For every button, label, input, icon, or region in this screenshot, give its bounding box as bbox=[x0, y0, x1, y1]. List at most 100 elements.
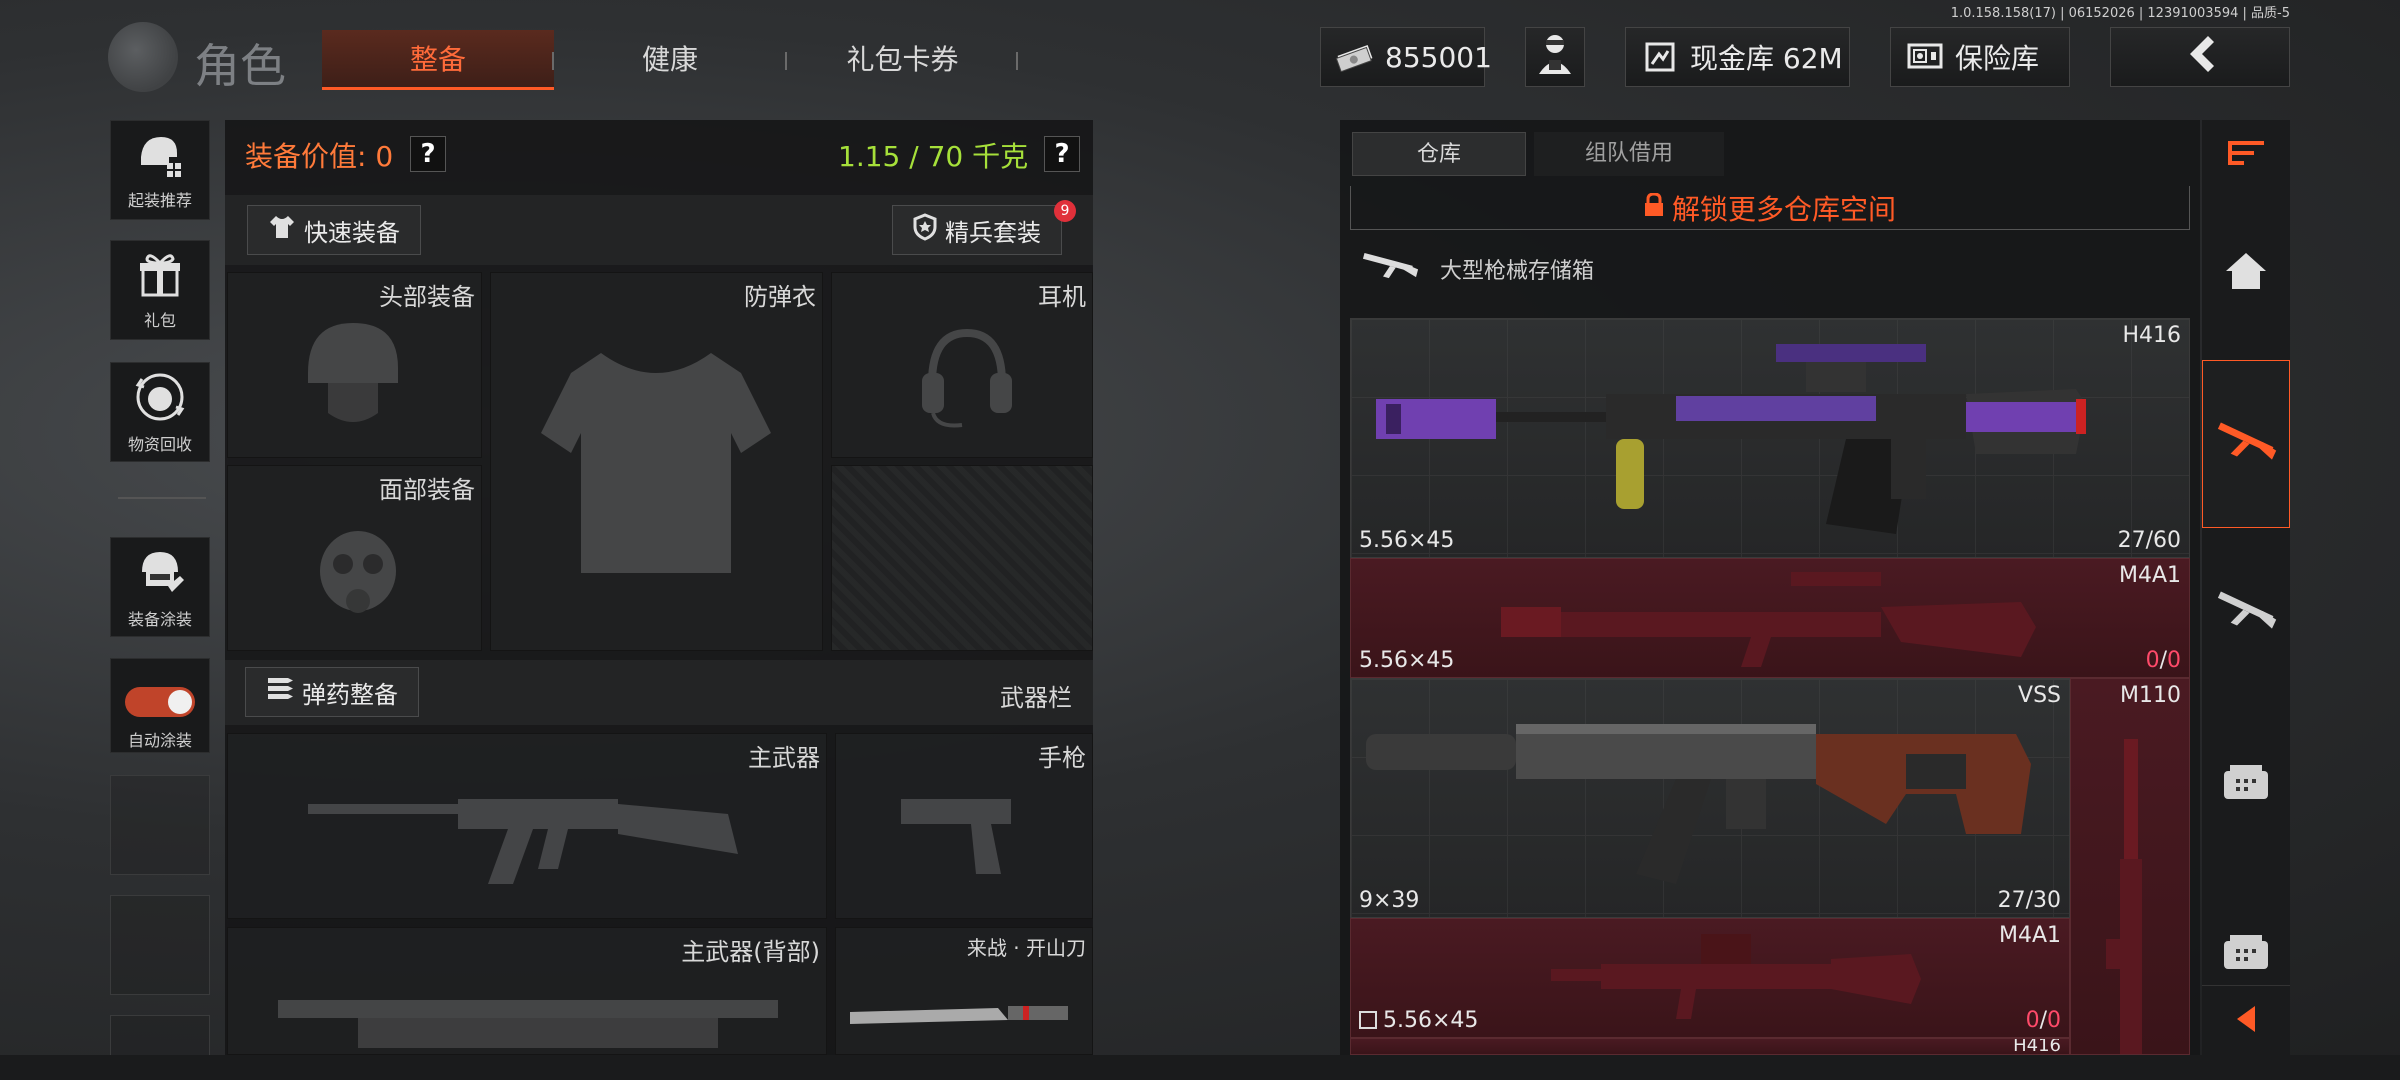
category-guns[interactable] bbox=[2202, 555, 2290, 670]
item-ammo-count: 27/30 bbox=[1997, 888, 2061, 913]
storage-item[interactable]: M4A1 5.56×45 0/0 bbox=[1350, 918, 2070, 1038]
sidebar-item-recycle[interactable]: 物资回收 bbox=[110, 362, 210, 462]
storage-item[interactable]: M4A1 5.56×45 0/0 bbox=[1350, 558, 2190, 678]
head-slot[interactable]: 头部装备 bbox=[227, 272, 482, 458]
slot-label: 头部装备 bbox=[379, 283, 475, 311]
container-header: 大型枪械存储箱 bbox=[1360, 248, 1594, 290]
vest-placeholder-icon bbox=[541, 353, 771, 573]
category-rifles-active[interactable] bbox=[2202, 360, 2290, 528]
currency-display[interactable]: 855001 bbox=[1320, 27, 1492, 87]
slot-label: 手枪 bbox=[1038, 744, 1086, 772]
sidebar-item-label: 物资回收 bbox=[127, 435, 192, 454]
item-ammo-count: 27/60 bbox=[2117, 528, 2181, 553]
rifle-back-placeholder-icon bbox=[278, 1000, 778, 1048]
tab-loadout[interactable]: 整备 bbox=[322, 30, 554, 90]
cash-icon bbox=[1335, 40, 1375, 74]
storage-item[interactable]: VSS 9×39 27/30 bbox=[1350, 678, 2070, 918]
face-slot[interactable]: 面部装备 bbox=[227, 465, 482, 651]
item-name: M4A1 bbox=[1998, 923, 2061, 948]
ammo-current: 0 bbox=[2025, 1008, 2040, 1033]
safe-button[interactable]: 保险库 bbox=[1890, 27, 2070, 87]
paint-helmet-icon bbox=[134, 546, 186, 602]
back-chevron-icon bbox=[2180, 34, 2220, 81]
ammo-prep-button[interactable]: 弹药整备 bbox=[245, 667, 419, 717]
value-help-button[interactable]: ? bbox=[410, 136, 446, 172]
tab-separator bbox=[552, 52, 554, 70]
rifle-icon bbox=[2213, 417, 2279, 471]
elite-set-button[interactable]: 精兵套装 bbox=[892, 205, 1062, 255]
ammo-current: 0 bbox=[2145, 648, 2160, 673]
item-ammo-count: 0/0 bbox=[2146, 648, 2181, 673]
gun-icon bbox=[2213, 586, 2279, 640]
sidebar-empty-slot bbox=[110, 775, 210, 875]
storage-item[interactable]: H416 bbox=[1350, 1038, 2070, 1055]
shield-icon bbox=[913, 213, 937, 247]
filter-icon bbox=[2224, 135, 2268, 175]
item-name: H416 bbox=[2013, 1038, 2061, 1055]
slot-label: 来战 · 开山刀 bbox=[966, 936, 1086, 960]
item-caliber: 5.56×45 bbox=[1359, 648, 1455, 673]
ammo-prep-label: 弹药整备 bbox=[302, 680, 398, 709]
crate-icon bbox=[2222, 931, 2270, 975]
cash-storage-label: 现金库 62M bbox=[1690, 42, 1843, 75]
home-icon bbox=[2224, 251, 2268, 295]
back-button[interactable] bbox=[2110, 27, 2290, 87]
unlock-storage-banner[interactable]: 解锁更多仓库空间 bbox=[1350, 186, 2190, 230]
unlock-label: 解锁更多仓库空间 bbox=[1671, 192, 1896, 226]
currency-amount: 855001 bbox=[1385, 40, 1492, 74]
collapse-rail-button[interactable] bbox=[2202, 985, 2290, 1055]
ammo-icon bbox=[266, 676, 294, 708]
pistol-slot[interactable]: 手枪 bbox=[835, 733, 1093, 919]
bottom-strip bbox=[0, 1055, 2400, 1080]
item-ammo-count: 0/0 bbox=[2026, 1008, 2061, 1033]
m4a1-rifle-icon bbox=[1501, 572, 2036, 667]
storage-item[interactable]: M110 bbox=[2070, 678, 2190, 1055]
equipment-value: 装备价值: 0 bbox=[245, 140, 394, 173]
safe-icon bbox=[1905, 40, 1945, 74]
ammo-separator: / bbox=[2039, 1008, 2047, 1033]
tab-health[interactable]: 健康 bbox=[570, 30, 770, 90]
melee-slot[interactable]: 来战 · 开山刀 bbox=[835, 927, 1093, 1055]
sidebar-empty-slot bbox=[110, 1015, 210, 1055]
locked-slot bbox=[831, 465, 1093, 651]
recycle-icon bbox=[134, 371, 186, 427]
back-weapon-slot[interactable]: 主武器(背部) bbox=[227, 927, 827, 1055]
machete-icon bbox=[850, 1006, 1068, 1024]
sidebar-divider bbox=[118, 497, 206, 499]
tab-separator bbox=[1016, 52, 1018, 70]
h416-rifle-icon bbox=[1376, 344, 2086, 534]
page-header-logo: 角色 bbox=[108, 22, 288, 97]
toggle-icon[interactable] bbox=[125, 687, 195, 717]
item-caliber: 9×39 bbox=[1359, 888, 1420, 913]
item-name: M110 bbox=[2120, 683, 2181, 708]
version-info: 1.0.158.158(17) | 06152026 | 12391003594… bbox=[1950, 6, 2290, 21]
sidebar-item-auto-paint[interactable]: 自动涂装 bbox=[110, 658, 210, 753]
sidebar-item-label: 装备涂装 bbox=[127, 610, 192, 629]
filter-button[interactable] bbox=[2202, 120, 2290, 190]
operator-button[interactable] bbox=[1525, 27, 1585, 87]
primary-weapon-slot[interactable]: 主武器 bbox=[227, 733, 827, 919]
weight-help-button[interactable]: ? bbox=[1044, 136, 1080, 172]
sidebar-item-paint[interactable]: 装备涂装 bbox=[110, 537, 210, 637]
slot-label: 耳机 bbox=[1038, 283, 1086, 311]
category-crate[interactable] bbox=[2202, 725, 2290, 840]
category-home[interactable] bbox=[2202, 215, 2290, 330]
storage-item[interactable]: H416 5.56×45 27/60 bbox=[1350, 318, 2190, 558]
tab-warehouse[interactable]: 仓库 bbox=[1352, 132, 1526, 176]
armor-slot[interactable]: 防弹衣 bbox=[490, 272, 823, 651]
tab-gift-cards[interactable]: 礼包卡券 bbox=[800, 30, 1005, 90]
cash-storage-button[interactable]: 现金库 62M bbox=[1625, 27, 1850, 87]
sidebar-item-loadout-recommend[interactable]: 起装推荐 bbox=[110, 120, 210, 220]
sidebar-item-gift[interactable]: 礼包 bbox=[110, 240, 210, 340]
tab-team-borrow[interactable]: 组队借用 bbox=[1534, 132, 1724, 176]
helmet-placeholder-icon bbox=[308, 323, 398, 422]
headset-slot[interactable]: 耳机 bbox=[831, 272, 1093, 458]
lock-icon bbox=[1644, 191, 1664, 224]
sidebar-item-label: 起装推荐 bbox=[127, 191, 192, 210]
slot-label: 防弹衣 bbox=[744, 283, 816, 311]
quick-equip-button[interactable]: 快速装备 bbox=[247, 205, 421, 255]
item-caliber: 5.56×45 bbox=[1383, 1008, 1479, 1033]
rifle-icon bbox=[1360, 248, 1420, 290]
item-name: H416 bbox=[2122, 323, 2181, 348]
safe-label: 保险库 bbox=[1955, 42, 2040, 75]
